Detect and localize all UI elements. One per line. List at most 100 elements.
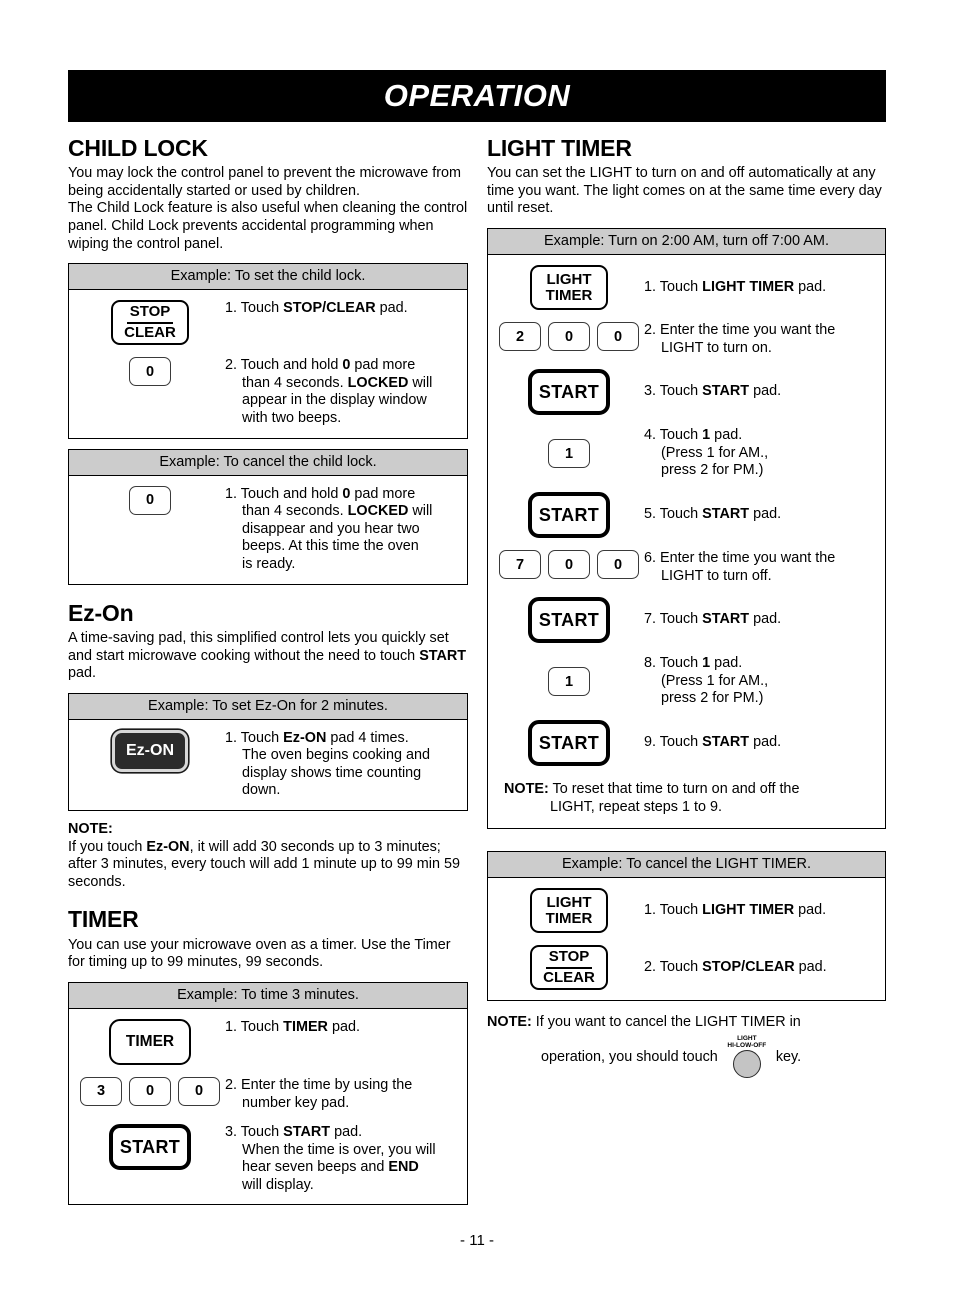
example-box-timer: Example: To time 3 minutes. TIMER 1. Tou…	[68, 981, 468, 1206]
step-line2: LIGHT to turn on.	[661, 339, 772, 356]
step-description: 4. Touch 1 pad. (Press 1 for AM., press …	[644, 425, 879, 480]
step-number: 1.	[225, 300, 238, 317]
start-pad[interactable]: START	[528, 720, 610, 767]
ez-on-paragraph-bold: START	[419, 647, 467, 664]
step-description: 8. Touch 1 pad. (Press 1 for AM., press …	[644, 653, 879, 708]
step-number: 1.	[225, 485, 238, 502]
step-description: 9. Touch START pad.	[644, 732, 879, 752]
number-pad-digit[interactable]: 0	[597, 550, 639, 580]
pad-cell: 1	[494, 665, 644, 697]
start-pad[interactable]: START	[528, 369, 610, 416]
step-text-post: pad.	[749, 611, 782, 628]
step-number: 5.	[644, 506, 657, 523]
step-line4: down.	[242, 782, 281, 799]
start-pad[interactable]: START	[528, 492, 610, 539]
ez-on-paragraph: A time-saving pad, this simplified contr…	[68, 630, 468, 683]
light-timer-pad[interactable]: LIGHT TIMER	[530, 888, 608, 934]
start-pad[interactable]: START	[109, 1124, 191, 1171]
step-description: 7. Touch START pad.	[644, 609, 879, 629]
pad-cell: 7 0 0	[494, 548, 644, 580]
number-pad-digit[interactable]: 0	[178, 1076, 220, 1106]
step-line1-pre: Touch	[659, 427, 703, 444]
pad-cell: 0	[75, 355, 225, 387]
step-description: 6. Enter the time you want the LIGHT to …	[644, 548, 879, 585]
step-row: 7 0 0 6. Enter the time you want the LIG…	[494, 548, 879, 585]
step-description: 2. Enter the time by using the number ke…	[225, 1075, 461, 1112]
page-title: OPERATION	[383, 78, 571, 113]
step-row: 3 0 0 2. Enter the time by using the num…	[75, 1075, 461, 1112]
step-description: 1. Touch LIGHT TIMER pad.	[644, 900, 879, 920]
ez-on-heading: Ez-On	[68, 599, 134, 626]
stop-clear-pad[interactable]: STOP CLEAR	[111, 300, 189, 346]
start-pad[interactable]: START	[528, 597, 610, 644]
pad-cell: LIGHT TIMER	[494, 886, 644, 934]
step-text-bold: START	[702, 506, 750, 523]
step-row: LIGHT TIMER 1. Touch LIGHT TIMER pad.	[494, 886, 879, 934]
timer-paragraph: You can use your microwave oven as a tim…	[68, 936, 451, 971]
example-caption: Example: To set Ez-On for 2 minutes.	[69, 693, 467, 720]
step-number: 7.	[644, 611, 657, 628]
step-line2: (Press 1 for AM.,	[661, 444, 769, 461]
document-page: OPERATION CHILD LOCK You may lock the co…	[68, 70, 886, 1206]
step-row: 0 1. Touch and hold 0 pad more than 4 se…	[75, 484, 461, 574]
step-number: 9.	[644, 734, 657, 751]
step-row: TIMER 1. Touch TIMER pad.	[75, 1017, 461, 1065]
number-pad-digit[interactable]: 2	[499, 322, 541, 352]
step-text-post: pad.	[794, 958, 827, 975]
step-line2: number key pad.	[242, 1094, 350, 1111]
step-description: 2. Touch STOP/CLEAR pad.	[644, 957, 879, 977]
light-timer-reset-note: NOTE: To reset that time to turn on and …	[494, 776, 879, 820]
example-box-light-timer-cancel: Example: To cancel the LIGHT TIMER. LIGH…	[487, 851, 886, 1002]
pad-label-line1: STOP	[129, 303, 171, 321]
step-row: START 3. Touch START pad. When the time …	[75, 1122, 461, 1194]
number-pad-digit[interactable]: 0	[548, 322, 590, 352]
number-pad-0[interactable]: 0	[129, 485, 171, 515]
step-line1: Enter the time by using the	[241, 1076, 413, 1093]
note-label: NOTE:	[68, 821, 113, 838]
pad-cell: 2 0 0	[494, 320, 644, 352]
step-description: 3. Touch START pad. When the time is ove…	[225, 1122, 461, 1194]
step-description: 2. Touch and hold 0 pad more than 4 seco…	[225, 355, 461, 427]
page-banner: OPERATION	[68, 70, 886, 122]
step-line2-post: will	[408, 374, 433, 391]
number-pad-digit[interactable]: 3	[80, 1076, 122, 1106]
step-description: 1. Touch LIGHT TIMER pad.	[644, 277, 879, 297]
pad-label-line2: CLEAR	[543, 969, 595, 987]
step-text-pre: Touch	[659, 901, 703, 918]
step-line1-pre: Touch	[240, 1124, 284, 1141]
number-pad-1[interactable]: 1	[548, 667, 590, 697]
number-pad-1[interactable]: 1	[548, 439, 590, 469]
number-pad-digit[interactable]: 0	[129, 1076, 171, 1106]
step-description: 1. Touch STOP/CLEAR pad.	[225, 298, 461, 318]
step-row: START 7. Touch START pad.	[494, 595, 879, 644]
note-line1: To reset that time to turn on and off th…	[548, 781, 800, 798]
ez-on-note: NOTE: If you touch Ez-ON, it will add 30…	[68, 821, 468, 891]
light-hi-low-off-knob[interactable]: LIGHT HI-LOW-OFF	[725, 1035, 769, 1079]
number-pad-0[interactable]: 0	[129, 357, 171, 387]
final-note-line2: operation, you should touch LIGHT HI-LOW…	[487, 1035, 886, 1079]
step-line1-post: pad.	[710, 427, 743, 444]
timer-pad[interactable]: TIMER	[109, 1018, 191, 1065]
step-text-pre: Touch	[659, 611, 703, 628]
number-pad-digit[interactable]: 7	[499, 550, 541, 580]
step-line4: will display.	[242, 1176, 314, 1193]
stop-clear-pad[interactable]: STOP CLEAR	[530, 945, 608, 991]
step-text-post: pad.	[794, 278, 827, 295]
light-timer-pad[interactable]: LIGHT TIMER	[530, 265, 608, 311]
ez-on-pad[interactable]: Ez-ON	[112, 729, 188, 772]
step-line2: (Press 1 for AM.,	[661, 672, 769, 689]
step-text-post: pad.	[331, 1018, 360, 1035]
number-pad-digit[interactable]: 0	[548, 550, 590, 580]
step-row: START 9. Touch START pad.	[494, 718, 879, 767]
pad-label-line2: TIMER	[545, 286, 593, 304]
example-steps: LIGHT TIMER 1. Touch LIGHT TIMER pad.	[488, 255, 885, 828]
step-line1-post: pad 4 times.	[326, 729, 409, 746]
pad-cell: START	[494, 718, 644, 767]
step-text-bold: START	[702, 611, 750, 628]
step-row: LIGHT TIMER 1. Touch LIGHT TIMER pad.	[494, 263, 879, 311]
number-pad-digit[interactable]: 0	[597, 322, 639, 352]
step-number: 8.	[644, 655, 657, 672]
step-line3: press 2 for PM.)	[661, 690, 764, 707]
note-text-pre: If you touch	[68, 838, 147, 855]
child-lock-paragraph-1: You may lock the control panel to preven…	[68, 165, 462, 199]
